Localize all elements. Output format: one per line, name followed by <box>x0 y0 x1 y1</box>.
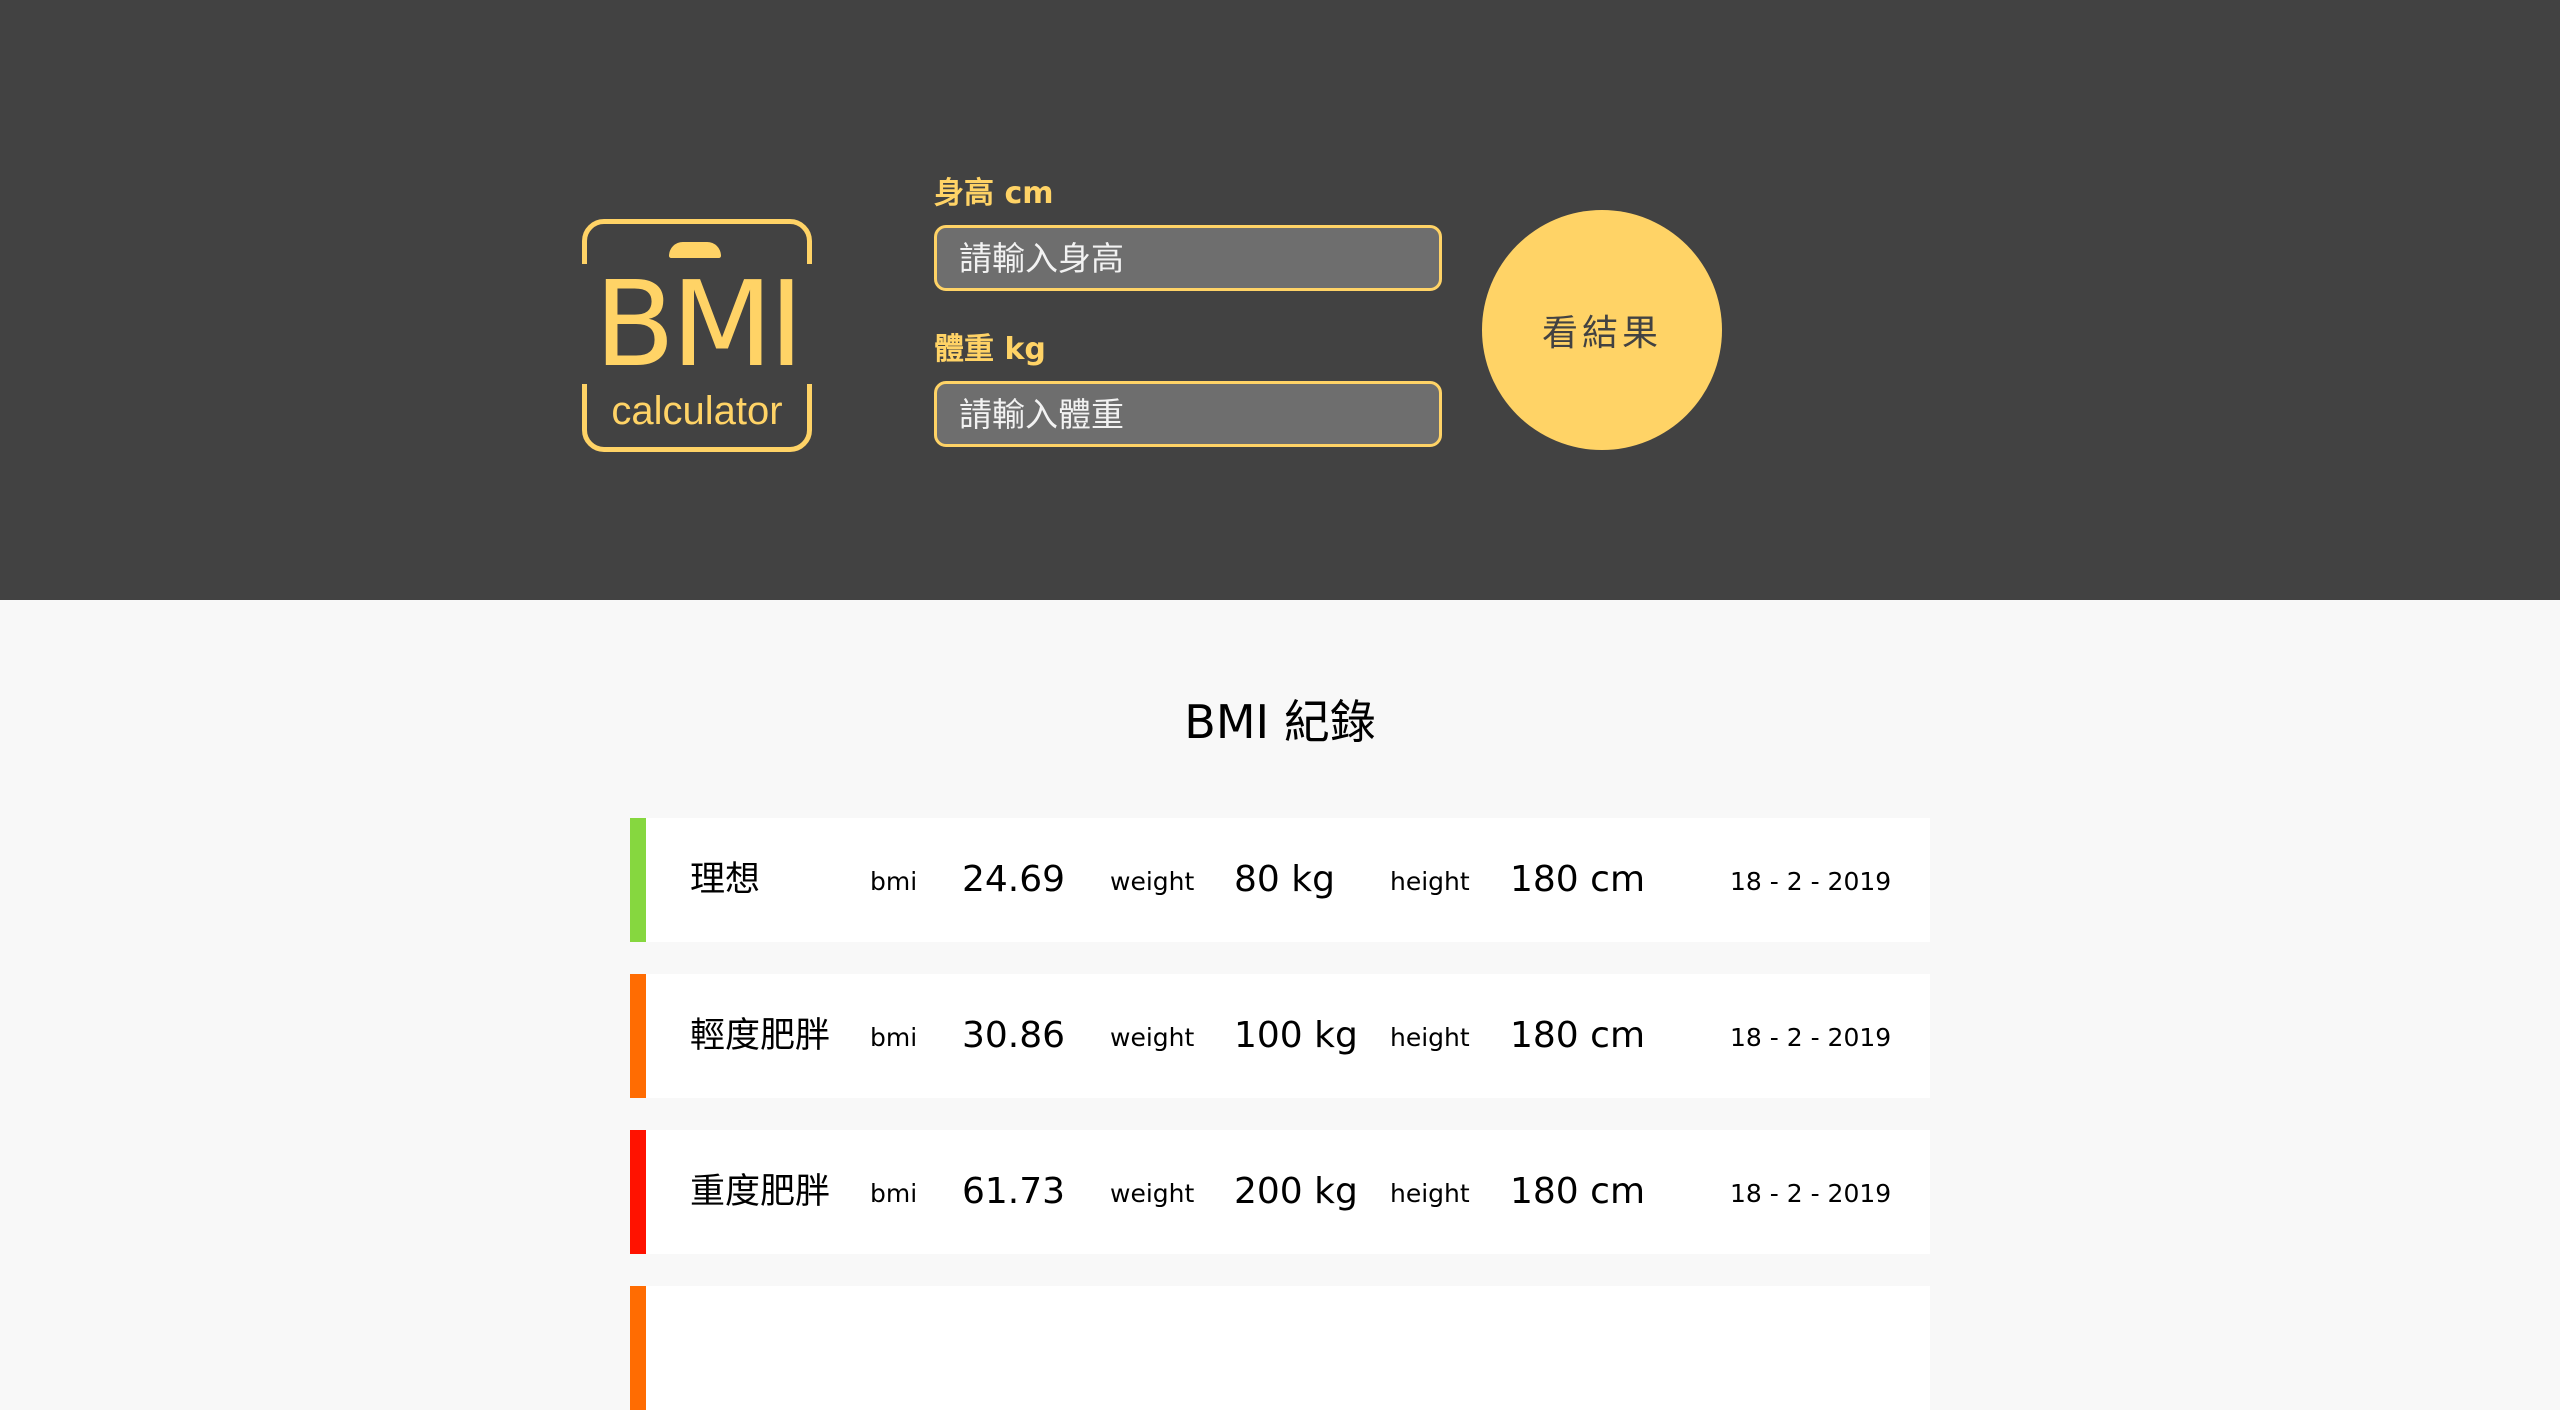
weight-value: 200 kg <box>1234 1171 1358 1212</box>
bmi-value: 24.69 <box>962 859 1066 900</box>
height-label: 身高 cm <box>934 176 1054 211</box>
bmi-value: 61.73 <box>962 1171 1066 1212</box>
record-date: 18 - 2 - 2019 <box>1730 1179 1892 1208</box>
status-color-bar <box>630 974 646 1098</box>
height-label: height <box>1390 1023 1470 1052</box>
weight-value: 80 kg <box>1234 859 1335 900</box>
weight-input[interactable] <box>934 381 1442 447</box>
record-row: 重度肥胖 bmi 61.73 weight 200 kg height 180 cm 18 -… <box>630 1130 1930 1254</box>
height-value: 180 cm <box>1510 1171 1646 1212</box>
weight-label: weight <box>1110 1023 1195 1052</box>
record-row <box>630 1286 1930 1410</box>
records-title: BMI 紀錄 <box>1184 695 1376 749</box>
status-color-bar <box>630 1286 646 1410</box>
logo-bmi-text: BMI <box>579 264 815 384</box>
bmi-label: bmi <box>870 867 918 896</box>
bmi-label: bmi <box>870 1023 918 1052</box>
record-status: 理想 <box>690 860 761 900</box>
status-color-bar <box>630 1130 646 1254</box>
status-color-bar <box>630 818 646 942</box>
bmi-calculator-logo: BMI calculator <box>579 219 815 452</box>
weight-value: 100 kg <box>1234 1015 1358 1056</box>
record-date: 18 - 2 - 2019 <box>1730 867 1892 896</box>
record-row: 輕度肥胖 bmi 30.86 weight 100 kg height 180 cm 18 -… <box>630 974 1930 1098</box>
record-status: 輕度肥胖 <box>690 1016 831 1056</box>
bmi-label: bmi <box>870 1179 918 1208</box>
height-value: 180 cm <box>1510 1015 1646 1056</box>
height-input[interactable] <box>934 225 1442 291</box>
see-result-button[interactable]: 看結果 <box>1482 210 1722 450</box>
height-label: height <box>1390 1179 1470 1208</box>
record-status: 重度肥胖 <box>690 1172 831 1212</box>
record-row: 理想 bmi 24.69 weight 80 kg height 180 cm 18 - 2 … <box>630 818 1930 942</box>
weight-label: weight <box>1110 1179 1195 1208</box>
height-value: 180 cm <box>1510 859 1646 900</box>
height-label: height <box>1390 867 1470 896</box>
header: BMI calculator 身高 cm 體重 kg 看結果 <box>0 0 2560 600</box>
record-date: 18 - 2 - 2019 <box>1730 1023 1892 1052</box>
weight-label: weight <box>1110 867 1195 896</box>
logo-calculator-text: calculator <box>611 389 783 433</box>
weight-label: 體重 kg <box>934 332 1046 367</box>
bmi-value: 30.86 <box>962 1015 1066 1056</box>
